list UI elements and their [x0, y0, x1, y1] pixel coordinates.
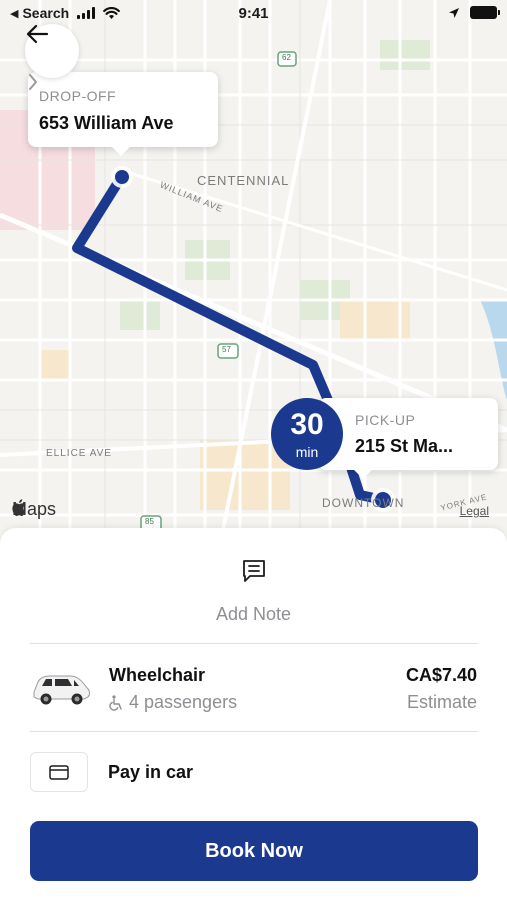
- legal-link[interactable]: Legal: [460, 504, 489, 518]
- ride-price: CA$7.40: [405, 665, 477, 685]
- ride-passengers: 4 passengers: [109, 692, 237, 713]
- pickup-callout[interactable]: PICK-UP 215 St Ma...: [318, 398, 498, 470]
- maps-logo: Maps: [12, 499, 56, 520]
- location-arrow-icon: [449, 7, 459, 18]
- payment-method-label[interactable]: Pay in car: [108, 762, 193, 783]
- divider: [30, 731, 478, 732]
- book-now-button[interactable]: Book Now: [30, 821, 478, 881]
- battery-icon: [470, 6, 500, 19]
- payment-method-button[interactable]: [30, 752, 88, 792]
- add-note-button[interactable]: Add Note: [0, 604, 507, 625]
- pickup-address: 215 St Ma...: [355, 436, 454, 456]
- apple-logo-icon: [12, 499, 26, 516]
- eta-unit: min: [295, 444, 319, 460]
- eta-value: 30: [290, 408, 324, 441]
- map-label-ellice-ave: ELLICE AVE: [46, 448, 112, 459]
- dropoff-label: DROP-OFF: [39, 88, 117, 104]
- dropoff-callout[interactable]: DROP-OFF 653 William Ave: [28, 72, 218, 147]
- message-square-icon[interactable]: [241, 558, 267, 584]
- wheelchair-icon: [109, 694, 122, 711]
- map-view[interactable]: CENTENNIAL WILLIAM AVE ELLICE AVE DOWNTO…: [0, 0, 507, 545]
- passenger-count: 4 passengers: [129, 692, 238, 712]
- eta-badge: 30 min: [271, 398, 343, 470]
- dropoff-address: 653 William Ave: [39, 113, 174, 133]
- highway-shield-57: 57: [222, 345, 231, 354]
- status-bar: ◀ Search 9:41: [0, 0, 507, 28]
- map-label-downtown: DOWNTOWN: [322, 496, 405, 510]
- back-button[interactable]: [25, 24, 79, 78]
- ride-type-name[interactable]: Wheelchair: [109, 665, 205, 686]
- highway-shield-62: 62: [282, 53, 291, 62]
- map-label-centennial: CENTENNIAL: [197, 173, 290, 188]
- pickup-label: PICK-UP: [355, 412, 416, 428]
- status-time: 9:41: [238, 5, 269, 22]
- ride-price-note: Estimate: [406, 692, 477, 712]
- car-image: [33, 675, 90, 705]
- chevron-right-icon: [29, 74, 37, 90]
- highway-shield-85: 85: [145, 517, 154, 526]
- credit-card-icon: [49, 764, 69, 780]
- divider: [30, 643, 478, 644]
- status-right: [448, 6, 500, 19]
- booking-sheet: Add Note Wheelchair 4 passengers CA$7.40…: [0, 528, 507, 900]
